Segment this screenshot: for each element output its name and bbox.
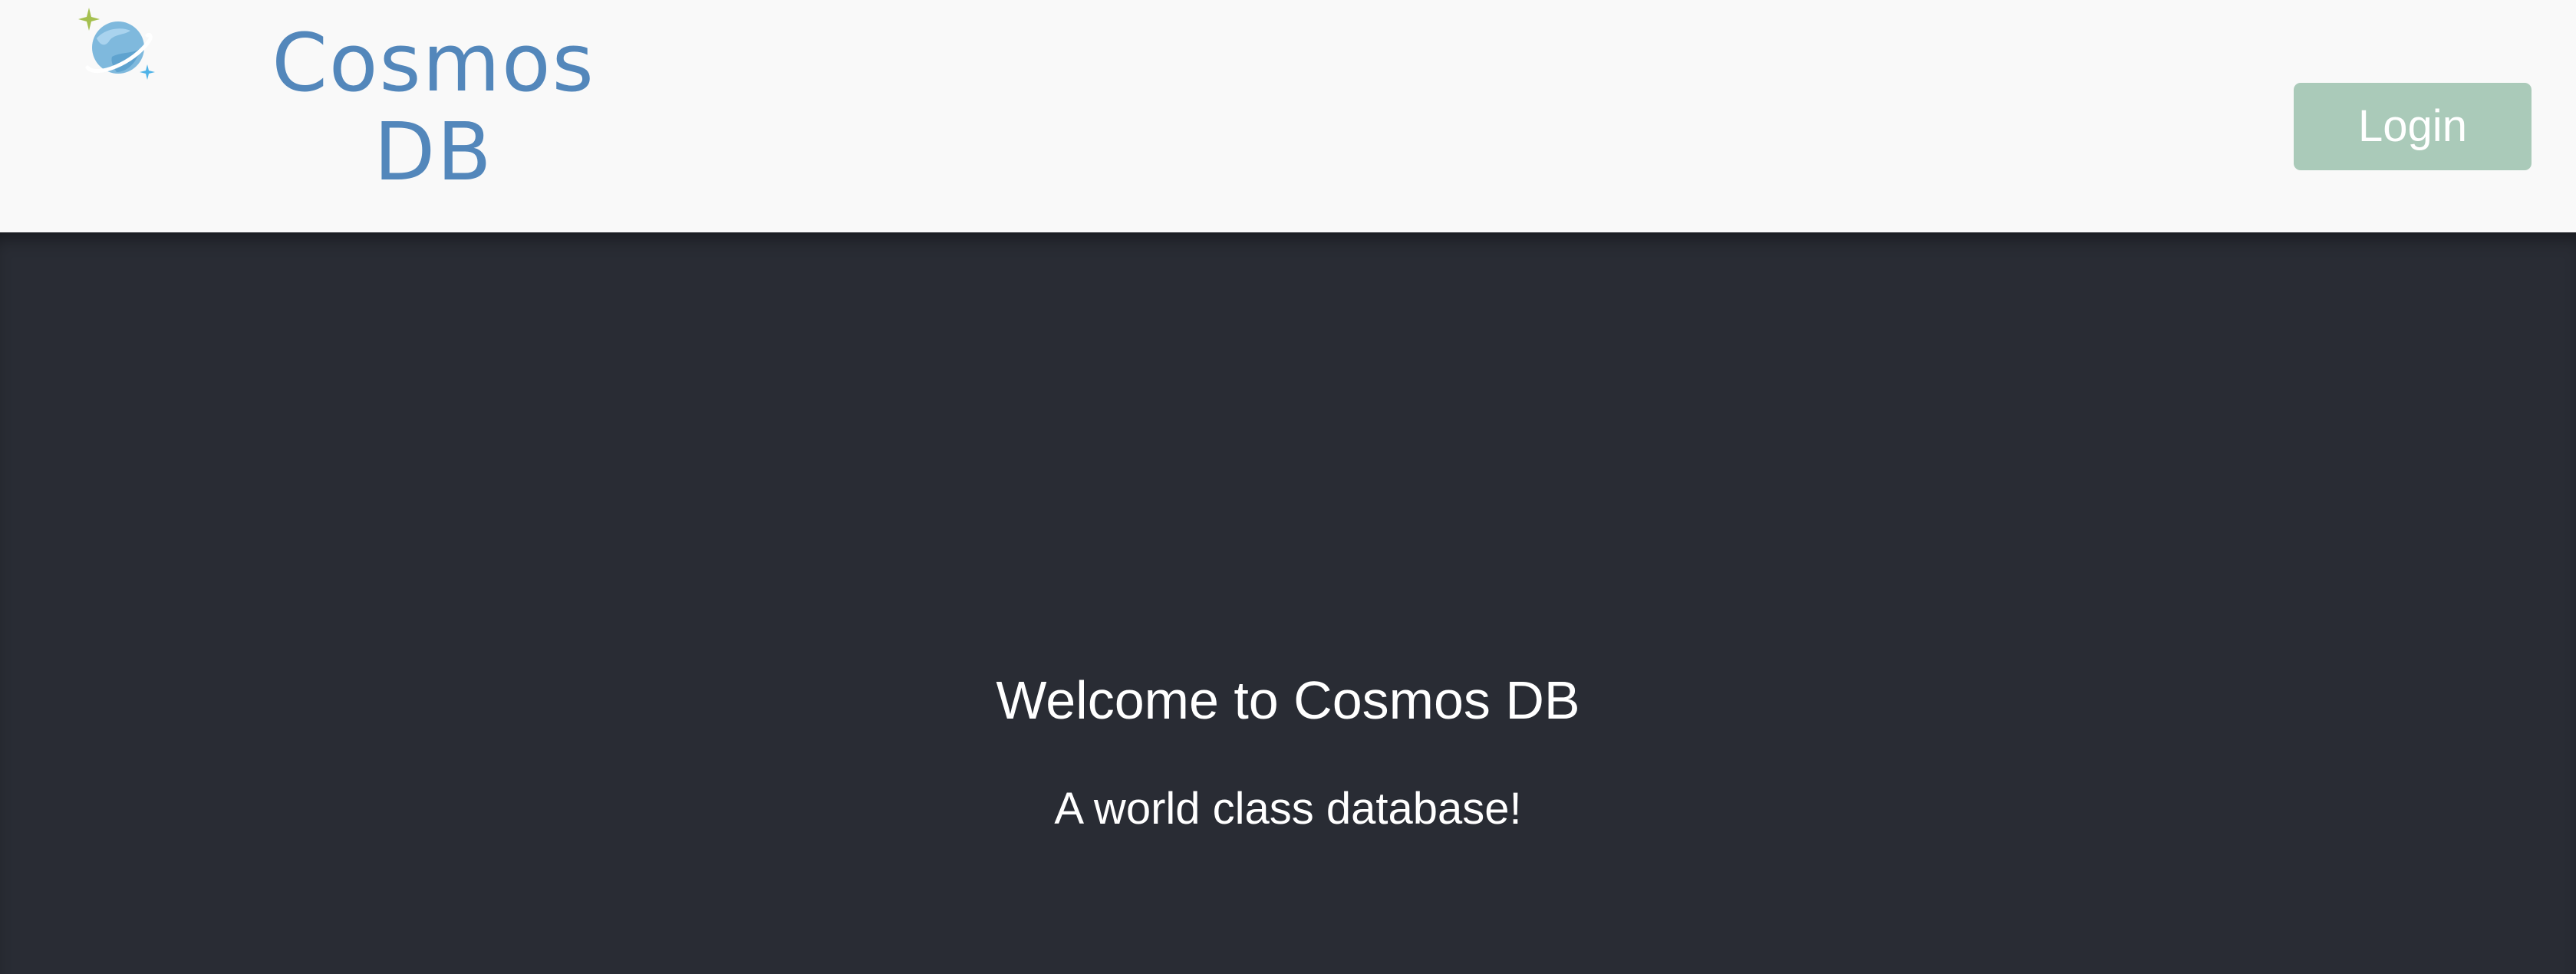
cosmos-db-planet-icon — [78, 8, 155, 80]
brand-line-2: DB — [374, 105, 493, 199]
brand-line-1: Cosmos — [272, 16, 595, 110]
hero-title: Welcome to Cosmos DB — [996, 670, 1580, 730]
hero-section: Welcome to Cosmos DB A world class datab… — [0, 232, 2576, 974]
hero-subtitle: A world class database! — [1054, 784, 1522, 834]
top-navbar: Cosmos DB Login — [0, 0, 2576, 232]
login-button[interactable]: Login — [2294, 83, 2532, 170]
brand-name: Cosmos DB — [253, 18, 614, 196]
